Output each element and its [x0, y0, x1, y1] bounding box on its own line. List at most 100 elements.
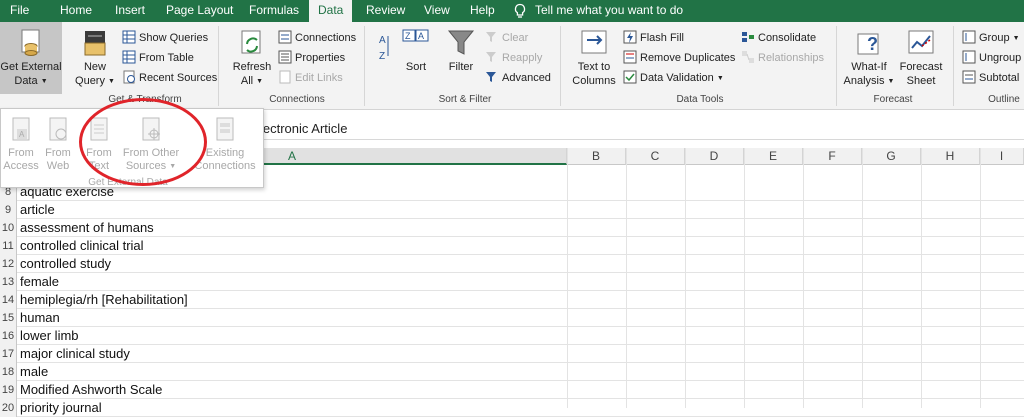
table-row[interactable]: 16 lower limb	[0, 327, 1024, 345]
refresh-all-button[interactable]: Refresh All ▼	[230, 28, 274, 89]
remove-duplicates-button[interactable]: Remove Duplicates	[623, 49, 735, 67]
column-header-b[interactable]: B	[567, 148, 626, 165]
row-number[interactable]: 18	[0, 363, 17, 381]
tab-file[interactable]: File	[10, 0, 29, 22]
sort-az-icon: AZ	[379, 35, 389, 62]
table-row[interactable]: 9 article	[0, 201, 1024, 219]
from-access-button[interactable]: A From Access	[3, 115, 39, 173]
from-web-label-2: Web	[46, 160, 70, 172]
group-button[interactable]: Group ▼	[962, 29, 1020, 47]
get-external-data-button[interactable]: Get External Data ▼	[0, 28, 62, 89]
cell-a[interactable]: major clinical study	[20, 345, 130, 363]
flash-fill-button[interactable]: Flash Fill	[623, 29, 684, 47]
tab-help[interactable]: Help	[470, 0, 495, 22]
cell-a[interactable]: Modified Ashworth Scale	[20, 381, 162, 399]
database-sheet-icon	[21, 29, 40, 56]
table-row[interactable]: 13 female	[0, 273, 1024, 291]
row-number[interactable]: 15	[0, 309, 17, 327]
column-header-f[interactable]: F	[803, 148, 862, 165]
sort-button[interactable]: Z A Sort	[400, 28, 432, 74]
row-number[interactable]: 19	[0, 381, 17, 399]
cell-a[interactable]: male	[20, 363, 48, 381]
column-header-i[interactable]: I	[980, 148, 1024, 165]
ungroup-button[interactable]: Ungroup	[962, 49, 1021, 67]
data-validation-icon	[623, 70, 637, 84]
column-header-c[interactable]: C	[626, 148, 685, 165]
text-to-columns-icon	[581, 30, 607, 54]
table-row[interactable]: 11 controlled clinical trial	[0, 237, 1024, 255]
column-header-e[interactable]: E	[744, 148, 803, 165]
advanced-button[interactable]: Advanced	[485, 69, 551, 87]
relationships-button[interactable]: Relationships	[741, 49, 824, 67]
tab-home[interactable]: Home	[60, 0, 92, 22]
filter-button[interactable]: Filter	[444, 28, 478, 74]
cell-a[interactable]: hemiplegia/rh [Rehabilitation]	[20, 291, 188, 309]
cell-a[interactable]: female	[20, 273, 59, 291]
tab-view[interactable]: View	[424, 0, 450, 22]
refresh-label-1: Refresh	[232, 61, 272, 73]
cell-a[interactable]: article	[20, 201, 55, 219]
table-row[interactable]: 17 major clinical study	[0, 345, 1024, 363]
what-if-label-2: Analysis	[843, 75, 885, 87]
column-header-d[interactable]: D	[685, 148, 744, 165]
table-icon	[122, 30, 136, 44]
table-row[interactable]: 12 controlled study	[0, 255, 1024, 273]
tab-formulas[interactable]: Formulas	[249, 0, 299, 22]
from-table-button[interactable]: From Table	[122, 49, 194, 67]
tab-data[interactable]: Data	[309, 0, 353, 22]
cell-a[interactable]: controlled clinical trial	[20, 237, 144, 255]
clear-button[interactable]: Clear	[485, 29, 528, 47]
sort-a-to-z-button[interactable]: AZ	[378, 32, 392, 62]
table-row[interactable]: 20 priority journal	[0, 399, 1024, 417]
edit-links-button[interactable]: Edit Links	[278, 69, 343, 87]
row-number[interactable]: 20	[0, 399, 17, 417]
show-queries-button[interactable]: Show Queries	[122, 29, 208, 47]
tab-insert[interactable]: Insert	[115, 0, 145, 22]
data-validation-button[interactable]: Data Validation ▼	[623, 69, 724, 87]
new-query-button[interactable]: New Query ▼	[72, 28, 118, 89]
properties-button[interactable]: Properties	[278, 49, 345, 67]
row-number[interactable]: 9	[0, 201, 17, 219]
tab-review[interactable]: Review	[366, 0, 405, 22]
table-row[interactable]: 15 human	[0, 309, 1024, 327]
subtotal-button[interactable]: Subtotal	[962, 69, 1019, 87]
recent-sources-button[interactable]: Recent Sources	[122, 69, 217, 87]
cell-a[interactable]: human	[20, 309, 60, 327]
relationships-icon	[742, 51, 754, 63]
cell-a[interactable]: assessment of humans	[20, 219, 154, 237]
row-number[interactable]: 17	[0, 345, 17, 363]
row-number[interactable]: 11	[0, 237, 17, 255]
row-number[interactable]: 14	[0, 291, 17, 309]
table-row[interactable]: 10 assessment of humans	[0, 219, 1024, 237]
cell-a[interactable]: controlled study	[20, 255, 111, 273]
forecast-sheet-button[interactable]: Forecast Sheet	[898, 28, 944, 88]
consolidate-button[interactable]: Consolidate	[741, 29, 816, 47]
from-web-button[interactable]: From Web	[43, 115, 73, 173]
column-header-h[interactable]: H	[921, 148, 980, 165]
cell-a[interactable]: priority journal	[20, 399, 102, 417]
what-if-icon: ?	[857, 33, 879, 55]
show-queries-label: Show Queries	[139, 32, 209, 44]
row-number[interactable]: 16	[0, 327, 17, 345]
table-row[interactable]: 14 hemiplegia/rh [Rehabilitation]	[0, 291, 1024, 309]
row-number[interactable]: 13	[0, 273, 17, 291]
from-access-label-2: Access	[3, 160, 39, 172]
caret-down-icon: ▼	[256, 78, 264, 85]
table-row[interactable]: 18 male	[0, 363, 1024, 381]
group-separator	[364, 26, 365, 106]
cell-a[interactable]: lower limb	[20, 327, 79, 345]
reapply-button[interactable]: Reapply	[485, 49, 542, 67]
row-number[interactable]: 12	[0, 255, 17, 273]
tab-page-layout[interactable]: Page Layout	[166, 0, 233, 22]
tell-me-box[interactable]: Tell me what you want to do	[512, 0, 683, 22]
column-header-g[interactable]: G	[862, 148, 921, 165]
access-document-icon: A	[12, 117, 30, 141]
row-number[interactable]: 10	[0, 219, 17, 237]
text-to-columns-button[interactable]: Text to Columns	[570, 28, 618, 88]
clear-label: Clear	[502, 32, 529, 44]
connections-button[interactable]: Connections	[278, 29, 356, 47]
table-row[interactable]: 19 Modified Ashworth Scale	[0, 381, 1024, 399]
table-icon	[122, 50, 136, 64]
what-if-analysis-button[interactable]: ? What-If Analysis ▼	[842, 28, 896, 89]
existing-label-1: Existing	[205, 147, 245, 159]
